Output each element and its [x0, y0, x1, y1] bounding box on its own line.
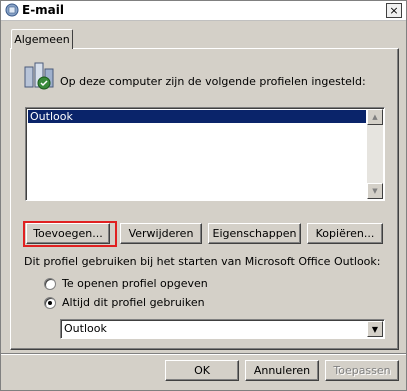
footer-divider	[1, 353, 406, 355]
radio-button-checked[interactable]	[44, 296, 56, 309]
radio-label: Altijd dit profiel gebruiken	[62, 296, 205, 309]
email-dialog: E-mail × Algemeen Op deze computer zijn …	[0, 0, 407, 391]
properties-button[interactable]: Eigenschappen	[208, 223, 301, 244]
window-title: E-mail	[22, 3, 65, 17]
apply-button[interactable]: Toepassen	[325, 360, 399, 381]
startup-profile-label: Dit profiel gebruiken bij het starten va…	[24, 255, 381, 268]
close-button[interactable]: ×	[386, 3, 402, 18]
profiles-icon	[24, 62, 54, 90]
dropdown-arrow-icon[interactable]: ▼	[367, 321, 383, 337]
mail-settings-icon	[5, 3, 19, 17]
remove-button[interactable]: Verwijderen	[120, 223, 202, 244]
tab-label: Algemeen	[14, 33, 70, 46]
list-item[interactable]: Outlook	[28, 110, 366, 123]
close-icon: ×	[389, 4, 399, 17]
title-bar: E-mail ×	[1, 1, 406, 21]
profiles-scrollbar[interactable]: ▲ ▼	[367, 109, 383, 199]
add-button[interactable]: Toevoegen...	[26, 223, 110, 244]
select-value: Outlook	[64, 322, 107, 335]
ok-button[interactable]: OK	[165, 360, 239, 381]
profiles-listbox[interactable]: Outlook ▲ ▼	[25, 107, 385, 201]
default-profile-select[interactable]: Outlook ▼	[60, 319, 385, 339]
radio-button[interactable]	[44, 277, 56, 290]
tab-algemeen[interactable]: Algemeen	[11, 29, 73, 49]
radio-prompt-profile[interactable]: Te openen profiel opgeven	[44, 277, 208, 290]
profiles-intro-text: Op deze computer zijn de volgende profie…	[60, 75, 366, 88]
radio-label: Te openen profiel opgeven	[62, 277, 208, 290]
radio-always-use-profile[interactable]: Altijd dit profiel gebruiken	[44, 296, 205, 309]
scroll-up-arrow-icon[interactable]: ▲	[367, 109, 383, 125]
copy-button[interactable]: Kopiëren...	[307, 223, 383, 244]
scroll-down-arrow-icon[interactable]: ▼	[367, 183, 383, 199]
cancel-button[interactable]: Annuleren	[245, 360, 319, 381]
